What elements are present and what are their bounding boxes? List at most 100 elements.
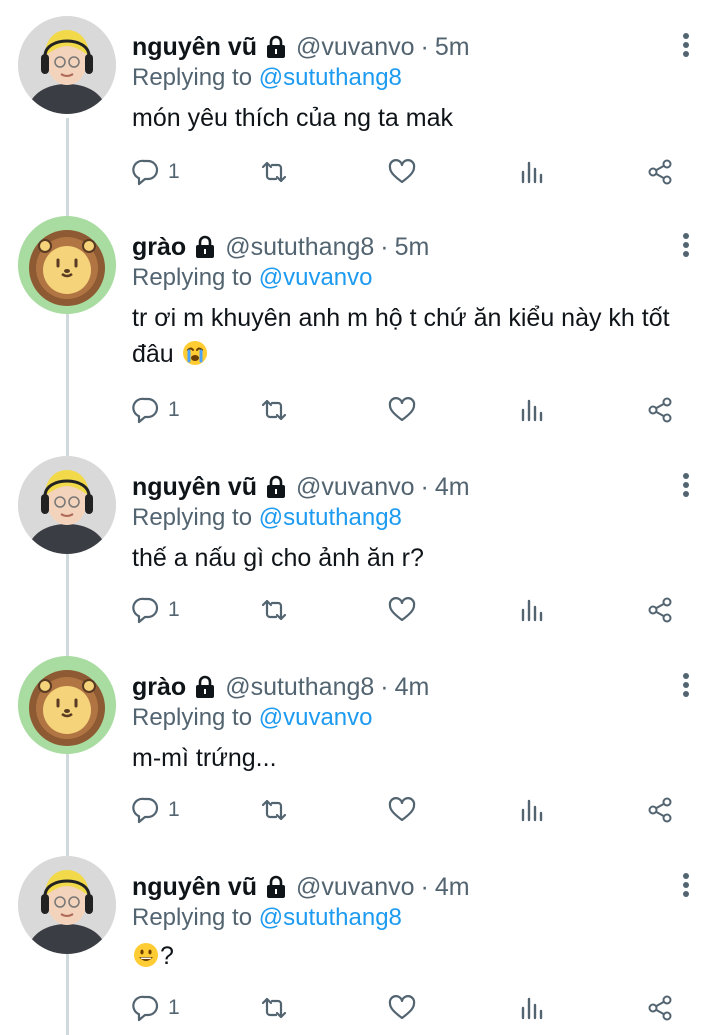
share-icon bbox=[648, 597, 672, 623]
more-icon[interactable] bbox=[678, 668, 694, 702]
timestamp[interactable]: 5m bbox=[435, 33, 470, 62]
person-avatar[interactable] bbox=[18, 856, 116, 954]
lion-avatar[interactable] bbox=[18, 216, 116, 314]
loudly-crying-face-emoji bbox=[181, 339, 209, 367]
tweet-text-content: m-mì trứng... bbox=[132, 744, 277, 772]
tweet-header: nguyên vũ @vuvanvo · 5m bbox=[132, 30, 470, 64]
share-button[interactable] bbox=[646, 392, 674, 428]
more-icon[interactable] bbox=[678, 468, 694, 502]
heart-icon bbox=[388, 797, 416, 822]
mention-link[interactable]: @vuvanvo bbox=[259, 264, 373, 291]
separator-dot: · bbox=[420, 472, 429, 501]
share-icon bbox=[648, 397, 672, 423]
reply-count: 1 bbox=[168, 996, 180, 1019]
more-icon[interactable] bbox=[678, 228, 694, 262]
reply-button[interactable]: 1 bbox=[132, 592, 180, 628]
tweet-text: m-mì trứng... bbox=[132, 740, 702, 776]
share-icon bbox=[648, 995, 672, 1021]
views-button[interactable] bbox=[518, 990, 546, 1026]
display-name[interactable]: grào bbox=[132, 673, 186, 702]
user-handle[interactable]: @sututhang8 bbox=[225, 673, 374, 702]
share-button[interactable] bbox=[646, 990, 674, 1026]
replying-to-label: Replying to bbox=[132, 264, 253, 291]
tweet-text-content: ? bbox=[160, 942, 174, 970]
retweet-button[interactable] bbox=[260, 392, 288, 428]
views-icon bbox=[521, 161, 543, 184]
tweet[interactable]: nguyên vũ @vuvanvo · 4m Replying to @sut… bbox=[0, 856, 720, 1035]
timestamp[interactable]: 4m bbox=[435, 873, 470, 902]
replying-to: Replying to @vuvanvo bbox=[132, 264, 373, 292]
tweet[interactable]: grào @sututhang8 · 5m Replying to @vuvan… bbox=[0, 216, 720, 456]
more-icon[interactable] bbox=[678, 868, 694, 902]
views-button[interactable] bbox=[518, 792, 546, 828]
heart-icon bbox=[388, 597, 416, 622]
person-avatar[interactable] bbox=[18, 456, 116, 554]
lock-icon bbox=[193, 235, 217, 259]
tweet-actions: 1 bbox=[132, 792, 692, 828]
mention-link[interactable]: @sututhang8 bbox=[259, 504, 402, 531]
tweet[interactable]: grào @sututhang8 · 4m Replying to @vuvan… bbox=[0, 656, 720, 856]
user-handle[interactable]: @vuvanvo bbox=[296, 473, 415, 502]
like-button[interactable] bbox=[388, 154, 416, 190]
retweet-icon bbox=[261, 799, 287, 821]
mention-link[interactable]: @sututhang8 bbox=[259, 64, 402, 91]
grinning-face-emoji bbox=[132, 941, 160, 969]
retweet-icon bbox=[261, 997, 287, 1019]
display-name[interactable]: nguyên vũ bbox=[132, 873, 257, 902]
display-name[interactable]: grào bbox=[132, 233, 186, 262]
views-button[interactable] bbox=[518, 392, 546, 428]
replying-to-label: Replying to bbox=[132, 64, 253, 91]
reply-button[interactable]: 1 bbox=[132, 154, 180, 190]
tweet[interactable]: nguyên vũ @vuvanvo · 5m Replying to @sut… bbox=[0, 16, 720, 216]
heart-icon bbox=[388, 397, 416, 422]
tweet-actions: 1 bbox=[132, 990, 692, 1026]
reply-button[interactable]: 1 bbox=[132, 990, 180, 1026]
like-button[interactable] bbox=[388, 392, 416, 428]
separator-dot: · bbox=[380, 232, 389, 261]
reply-count: 1 bbox=[168, 398, 180, 421]
like-button[interactable] bbox=[388, 592, 416, 628]
like-button[interactable] bbox=[388, 990, 416, 1026]
user-handle[interactable]: @vuvanvo bbox=[296, 33, 415, 62]
lion-avatar[interactable] bbox=[18, 656, 116, 754]
tweet-header: grào @sututhang8 · 4m bbox=[132, 670, 429, 704]
reply-button[interactable]: 1 bbox=[132, 792, 180, 828]
display-name[interactable]: nguyên vũ bbox=[132, 473, 257, 502]
tweet-actions: 1 bbox=[132, 392, 692, 428]
reply-button[interactable]: 1 bbox=[132, 392, 180, 428]
tweet-text: thế a nấu gì cho ảnh ăn r? bbox=[132, 540, 702, 576]
retweet-button[interactable] bbox=[260, 154, 288, 190]
more-icon[interactable] bbox=[678, 28, 694, 62]
mention-link[interactable]: @vuvanvo bbox=[259, 704, 373, 731]
retweet-button[interactable] bbox=[260, 792, 288, 828]
timestamp[interactable]: 4m bbox=[395, 673, 430, 702]
lock-icon bbox=[264, 475, 288, 499]
share-button[interactable] bbox=[646, 592, 674, 628]
replying-to-label: Replying to bbox=[132, 704, 253, 731]
mention-link[interactable]: @sututhang8 bbox=[259, 904, 402, 931]
display-name[interactable]: nguyên vũ bbox=[132, 33, 257, 62]
tweet-header: grào @sututhang8 · 5m bbox=[132, 230, 429, 264]
share-icon bbox=[648, 797, 672, 823]
timestamp[interactable]: 4m bbox=[435, 473, 470, 502]
reply-icon bbox=[132, 397, 159, 424]
reply-count: 1 bbox=[168, 798, 180, 821]
timestamp[interactable]: 5m bbox=[395, 233, 430, 262]
tweet[interactable]: nguyên vũ @vuvanvo · 4m Replying to @sut… bbox=[0, 456, 720, 656]
tweet-header: nguyên vũ @vuvanvo · 4m bbox=[132, 870, 470, 904]
retweet-icon bbox=[261, 161, 287, 183]
retweet-button[interactable] bbox=[260, 990, 288, 1026]
user-handle[interactable]: @sututhang8 bbox=[225, 233, 374, 262]
user-handle[interactable]: @vuvanvo bbox=[296, 873, 415, 902]
tweet-header: nguyên vũ @vuvanvo · 4m bbox=[132, 470, 470, 504]
views-icon bbox=[521, 997, 543, 1020]
share-button[interactable] bbox=[646, 792, 674, 828]
views-button[interactable] bbox=[518, 592, 546, 628]
person-avatar[interactable] bbox=[18, 16, 116, 114]
views-button[interactable] bbox=[518, 154, 546, 190]
heart-icon bbox=[388, 995, 416, 1020]
retweet-button[interactable] bbox=[260, 592, 288, 628]
share-button[interactable] bbox=[646, 154, 674, 190]
like-button[interactable] bbox=[388, 792, 416, 828]
tweet-actions: 1 bbox=[132, 592, 692, 628]
